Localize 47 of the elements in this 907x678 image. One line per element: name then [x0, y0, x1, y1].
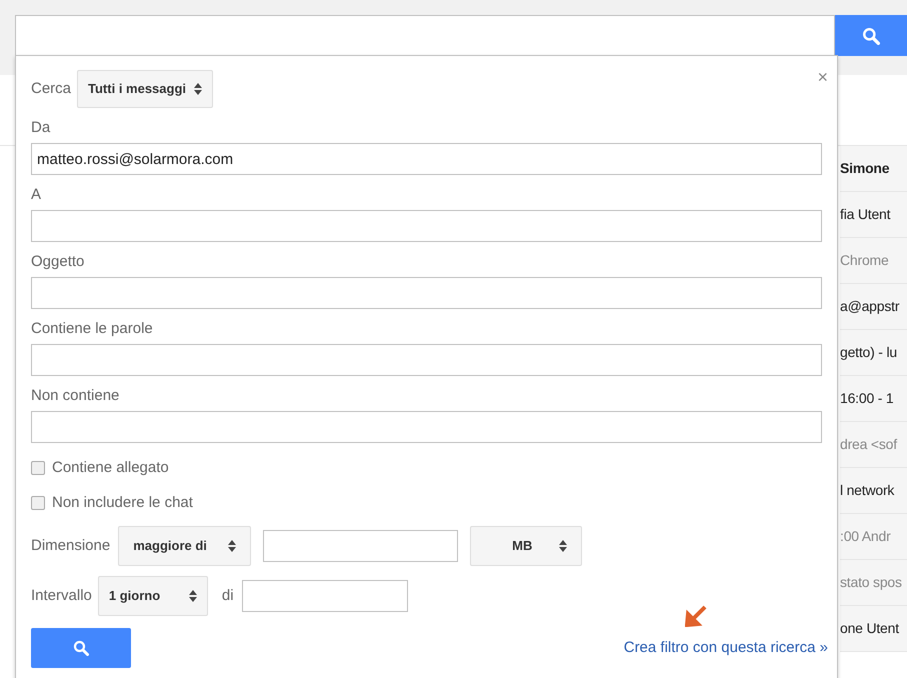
close-button[interactable]: ×	[817, 68, 828, 86]
checkbox-label: Non includere le chat	[52, 492, 193, 512]
date-field[interactable]	[242, 580, 408, 612]
search-button[interactable]	[835, 15, 907, 56]
up-down-arrows-icon	[228, 540, 236, 552]
input-field[interactable]	[31, 411, 822, 443]
input-field[interactable]	[31, 277, 822, 309]
input-field[interactable]	[31, 210, 822, 242]
field-label: Non contiene	[31, 386, 120, 406]
email-sender-text: a@appstr	[840, 297, 900, 316]
email-sender-text: getto) - lu	[840, 343, 897, 362]
create-filter-link[interactable]: Crea filtro con questa ricerca »	[624, 637, 828, 660]
size-operator-select[interactable]: maggiore di	[118, 526, 252, 566]
checkbox-label: Contiene allegato	[52, 458, 169, 478]
email-sender-text: Simone	[840, 159, 890, 178]
size-field[interactable]	[263, 530, 458, 562]
email-sender-text: one Utent	[840, 619, 899, 638]
email-sender-text: stato spos	[840, 573, 902, 592]
input-field[interactable]: matteo.rossi@solarmora.com	[31, 143, 822, 175]
email-sender-text: 16:00 - 1	[840, 389, 894, 408]
email-sender-text: fia Utent	[840, 205, 890, 224]
up-down-arrows-icon	[559, 540, 568, 552]
email-sender-text: drea <sof	[840, 435, 897, 454]
range-label: Intervallo	[31, 586, 92, 606]
checkbox[interactable]	[31, 461, 45, 476]
range-select[interactable]: 1 giorno	[98, 576, 208, 616]
search-button[interactable]	[31, 628, 131, 668]
arrow-icon	[684, 605, 707, 627]
up-down-arrows-icon	[194, 83, 202, 95]
scope-select[interactable]: Tutti i messaggi	[77, 70, 214, 108]
size-unit-select[interactable]: MB	[470, 526, 582, 566]
scope-label: Cerca	[31, 78, 72, 99]
field-label: A	[31, 185, 42, 205]
search-field[interactable]	[15, 15, 835, 56]
search-icon	[73, 640, 89, 656]
of-label: di	[222, 586, 234, 606]
email-sender-text: :00 Andr	[840, 527, 891, 546]
field-label: Oggetto	[31, 252, 86, 272]
email-sender-text: l network	[840, 481, 894, 500]
size-label: Dimensione	[31, 536, 110, 556]
input-field[interactable]	[31, 344, 822, 376]
field-label: Da	[31, 118, 52, 138]
search-icon	[862, 26, 880, 44]
email-sender-text: Chrome	[840, 251, 889, 270]
up-down-arrows-icon	[188, 590, 197, 602]
field-label: Contiene le parole	[31, 319, 154, 339]
checkbox[interactable]	[31, 496, 45, 510]
